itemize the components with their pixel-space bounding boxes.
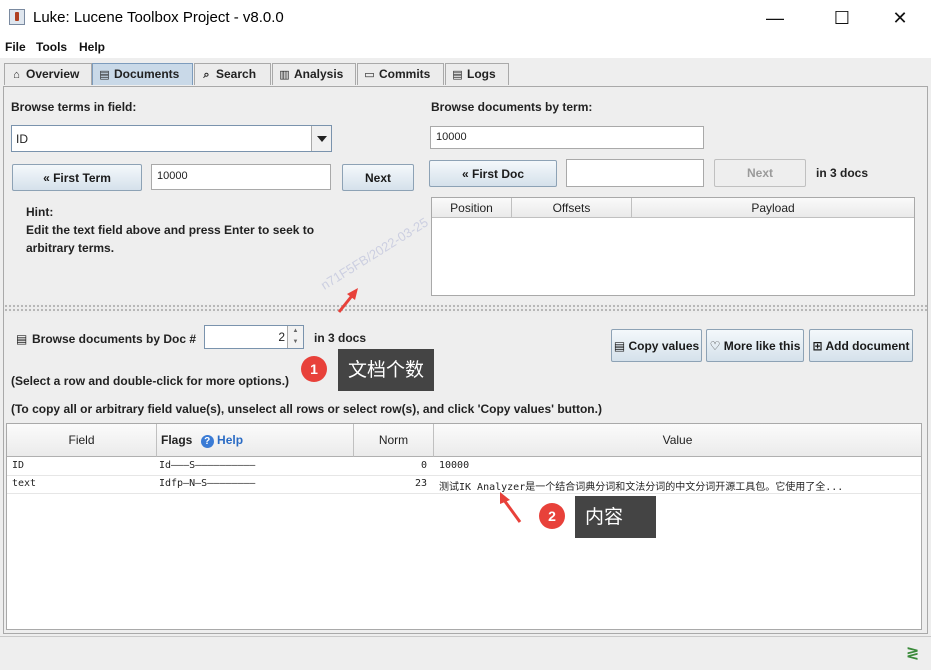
annotation-callout-1: 文档个数 — [338, 349, 435, 391]
field-select[interactable]: ID — [11, 125, 332, 152]
heart-icon: ♡ — [709, 339, 724, 353]
documents-icon: ▤ — [99, 69, 110, 81]
menu-bar — [0, 36, 931, 58]
minimize-button[interactable]: — — [752, 0, 798, 36]
column-header-norm[interactable]: Norm — [354, 424, 434, 457]
more-like-this-button[interactable]: ♡ More like this — [706, 329, 804, 362]
doc-count-by-number: in 3 docs — [314, 331, 367, 345]
first-doc-button[interactable]: « First Doc — [429, 160, 557, 187]
status-bar — [0, 636, 931, 670]
field-select-value: ID — [16, 132, 28, 146]
column-header-payload[interactable]: Payload — [632, 198, 914, 218]
annotation-arrow-1 — [337, 288, 358, 313]
window-title: Luke: Lucene Toolbox Project - v8.0.0 — [33, 9, 284, 26]
tab-commits[interactable]: ▭ Commits — [357, 63, 444, 85]
tab-overview[interactable]: ⌂ Overview — [4, 63, 92, 85]
annotation-arrow-2 — [500, 492, 522, 523]
home-icon: ⌂ — [13, 69, 20, 81]
document-fields-table[interactable]: Field Flags ? Help Norm Value ID Id———S—… — [6, 423, 922, 630]
table-row[interactable]: ID Id———S—————————— 0 10000 — [7, 457, 921, 476]
column-header-value[interactable]: Value — [434, 424, 921, 457]
browse-terms-heading: Browse terms in field: — [11, 100, 137, 114]
term-input[interactable]: 10000 — [151, 164, 331, 190]
table-row[interactable]: text Idfp—N—S———————— 23 测试IK Analyzer是一… — [7, 475, 921, 494]
tab-analysis[interactable]: ▥ Analysis — [272, 63, 356, 85]
hint-line-1: Edit the text field above and press Ente… — [26, 223, 315, 237]
document-icon: ▤ — [16, 332, 28, 346]
next-doc-button[interactable]: Next — [714, 159, 806, 187]
menu-help[interactable]: Help — [79, 40, 105, 54]
cell-norm: 0 — [420, 460, 427, 471]
cell-value: 10000 — [439, 460, 470, 471]
doc-number-spinner[interactable]: 2 ▲ ▼ — [204, 325, 304, 349]
maximize-button[interactable]: ☐ — [819, 0, 865, 36]
cell-flags: Idfp—N—S———————— — [159, 478, 256, 489]
positions-table[interactable]: Position Offsets Payload — [431, 197, 915, 296]
doc-number-value: 2 — [278, 330, 285, 344]
cell-field: ID — [12, 460, 25, 471]
help-icon[interactable]: ? — [200, 435, 214, 448]
tab-documents[interactable]: ▤ Documents — [92, 63, 193, 85]
annotation-badge-1: 1 — [301, 356, 327, 382]
logs-icon: ▤ — [452, 69, 463, 81]
chevron-down-icon[interactable] — [311, 126, 331, 151]
hint-line-2: arbitrary terms. — [26, 241, 115, 255]
menu-tools[interactable]: Tools — [36, 40, 67, 54]
note-select-row: (Select a row and double-click for more … — [11, 374, 290, 388]
column-header-flags[interactable]: Flags ? Help — [157, 424, 354, 457]
column-header-offsets[interactable]: Offsets — [512, 198, 632, 218]
split-pane-divider[interactable] — [4, 304, 927, 313]
close-button[interactable]: ✕ — [877, 0, 923, 36]
hint-title: Hint: — [26, 205, 54, 219]
cell-flags: Id———S—————————— — [159, 460, 256, 471]
doc-term-input[interactable]: 10000 — [430, 126, 704, 149]
cell-norm: 23 — [414, 478, 427, 489]
browse-by-term-heading: Browse documents by term: — [431, 100, 593, 114]
menu-file[interactable]: File — [5, 40, 26, 54]
add-document-button[interactable]: ⊞ Add document — [809, 329, 913, 362]
java-app-icon — [9, 9, 25, 25]
commits-icon: ▭ — [364, 69, 375, 81]
resize-grip-icon: ≷ — [906, 645, 920, 662]
annotation-badge-2: 2 — [539, 503, 565, 529]
search-icon: ⌕ — [203, 69, 210, 81]
tab-search[interactable]: ⌕ Search — [194, 63, 271, 85]
flags-help-link[interactable]: Help — [217, 433, 243, 447]
copy-values-button[interactable]: ▤ Copy values — [611, 329, 702, 362]
browse-by-doc-label: Browse documents by Doc # — [32, 332, 197, 346]
add-document-icon: ⊞ — [812, 339, 826, 353]
note-copy-values: (To copy all or arbitrary field value(s)… — [11, 402, 602, 416]
cell-field: text — [12, 478, 37, 489]
column-header-field[interactable]: Field — [7, 424, 157, 457]
spinner-down-icon[interactable]: ▼ — [287, 337, 303, 348]
next-term-button[interactable]: Next — [342, 164, 414, 191]
doc-id-input[interactable] — [566, 159, 704, 187]
doc-count-label: in 3 docs — [816, 166, 869, 180]
column-header-position[interactable]: Position — [432, 198, 512, 218]
first-term-button[interactable]: « First Term — [12, 164, 142, 191]
tab-logs[interactable]: ▤ Logs — [445, 63, 509, 85]
copy-icon: ▤ — [613, 339, 629, 353]
analysis-icon: ▥ — [279, 69, 290, 81]
annotation-callout-2: 内容 — [575, 496, 656, 538]
